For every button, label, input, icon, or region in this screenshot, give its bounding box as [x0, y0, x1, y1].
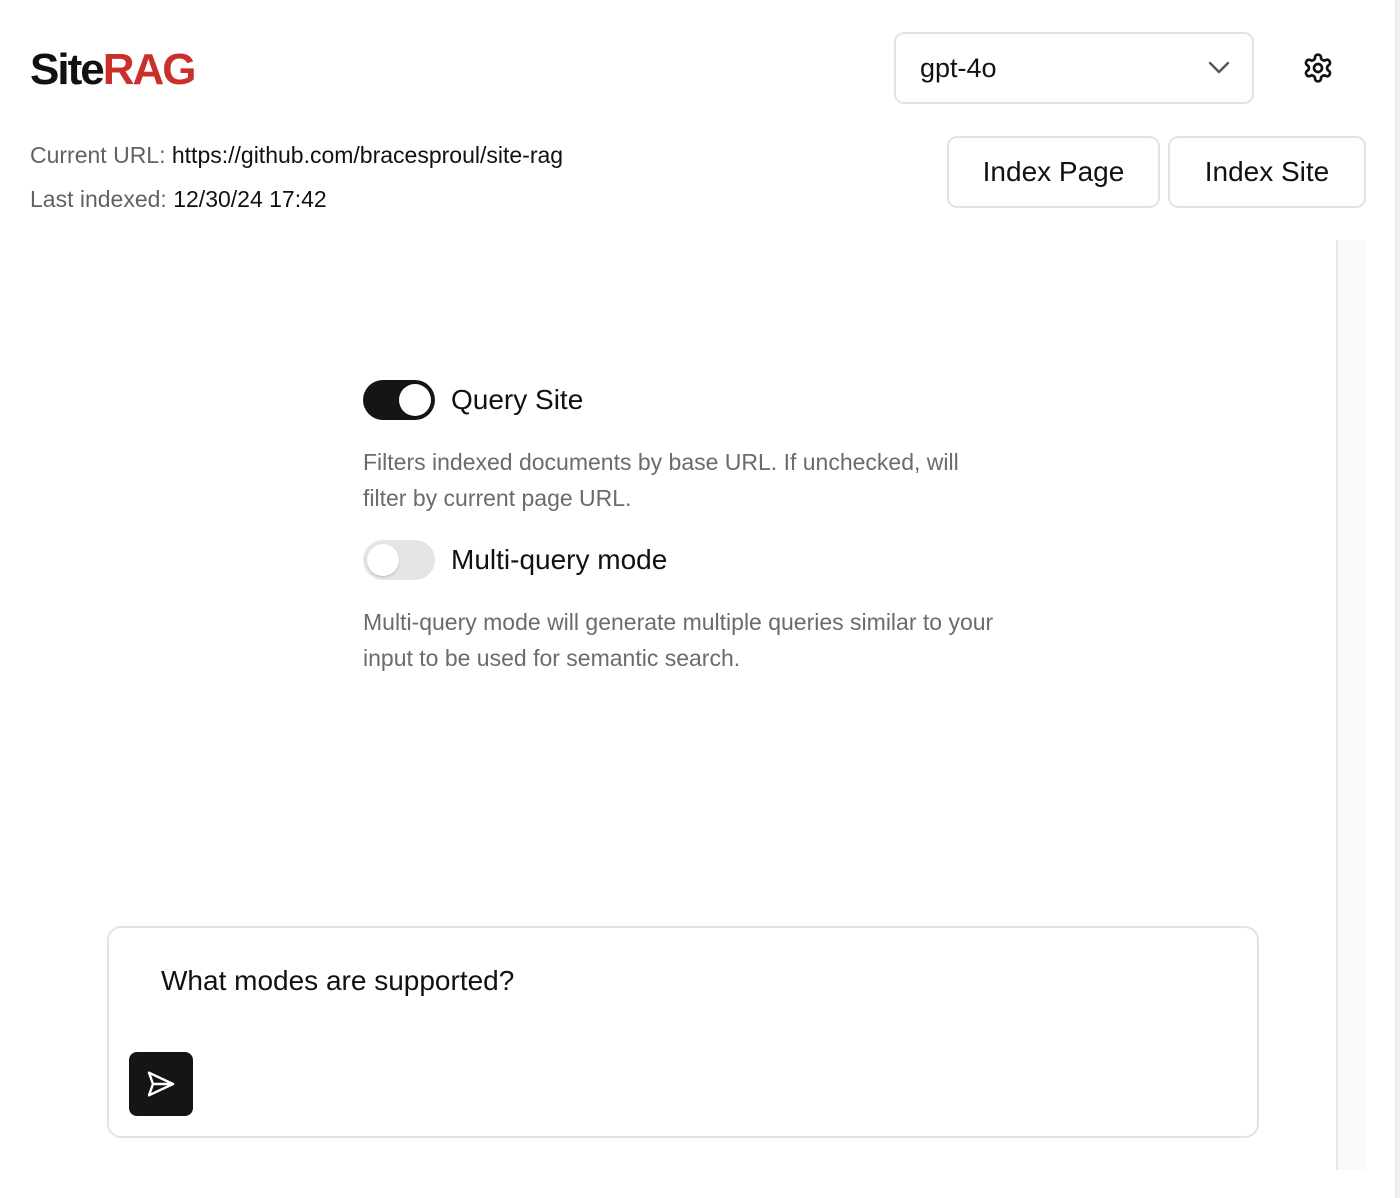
- send-button[interactable]: [129, 1052, 193, 1116]
- index-site-button[interactable]: Index Site: [1168, 136, 1366, 208]
- multi-query-toggle[interactable]: [363, 540, 435, 580]
- app-root: SiteRAG gpt-4o Current URL: https://gith…: [0, 0, 1400, 1198]
- query-site-label: Query Site: [451, 384, 584, 415]
- window-edge: [1395, 0, 1400, 1198]
- toggle-knob: [367, 544, 399, 576]
- model-select[interactable]: gpt-4o: [894, 32, 1254, 104]
- current-url-label: Current URL:: [30, 142, 166, 168]
- chat-input[interactable]: What modes are supported?: [161, 964, 1221, 998]
- gear-icon: [1304, 53, 1332, 83]
- chevron-down-icon: [1208, 61, 1230, 74]
- index-page-button[interactable]: Index Page: [947, 136, 1160, 208]
- current-url: Current URL: https://github.com/bracespr…: [30, 140, 563, 170]
- multi-query-label: Multi-query mode: [451, 544, 668, 575]
- logo-primary: Site: [30, 45, 105, 94]
- query-site-description: Filters indexed documents by base URL. I…: [363, 449, 959, 511]
- last-indexed-label: Last indexed:: [30, 186, 167, 212]
- multi-query-description: Multi-query mode will generate multiple …: [363, 609, 994, 671]
- multi-query-option: Multi-query mode: [363, 540, 667, 580]
- toggle-knob: [399, 384, 431, 416]
- send-icon: [147, 1071, 175, 1097]
- query-site-toggle[interactable]: [363, 380, 435, 420]
- settings-button[interactable]: [1296, 46, 1340, 90]
- logo-accent: RAG: [102, 45, 197, 94]
- chat-input-box: What modes are supported?: [107, 926, 1259, 1138]
- scrollbar[interactable]: [1336, 240, 1366, 1170]
- query-site-option: Query Site: [363, 380, 583, 420]
- last-indexed-value: 12/30/24 17:42: [173, 186, 327, 212]
- model-select-value: gpt-4o: [920, 52, 997, 83]
- logo: SiteRAG: [30, 44, 197, 96]
- current-url-value: https://github.com/bracesproul/site-rag: [171, 142, 564, 168]
- last-indexed: Last indexed: 12/30/24 17:42: [30, 184, 327, 214]
